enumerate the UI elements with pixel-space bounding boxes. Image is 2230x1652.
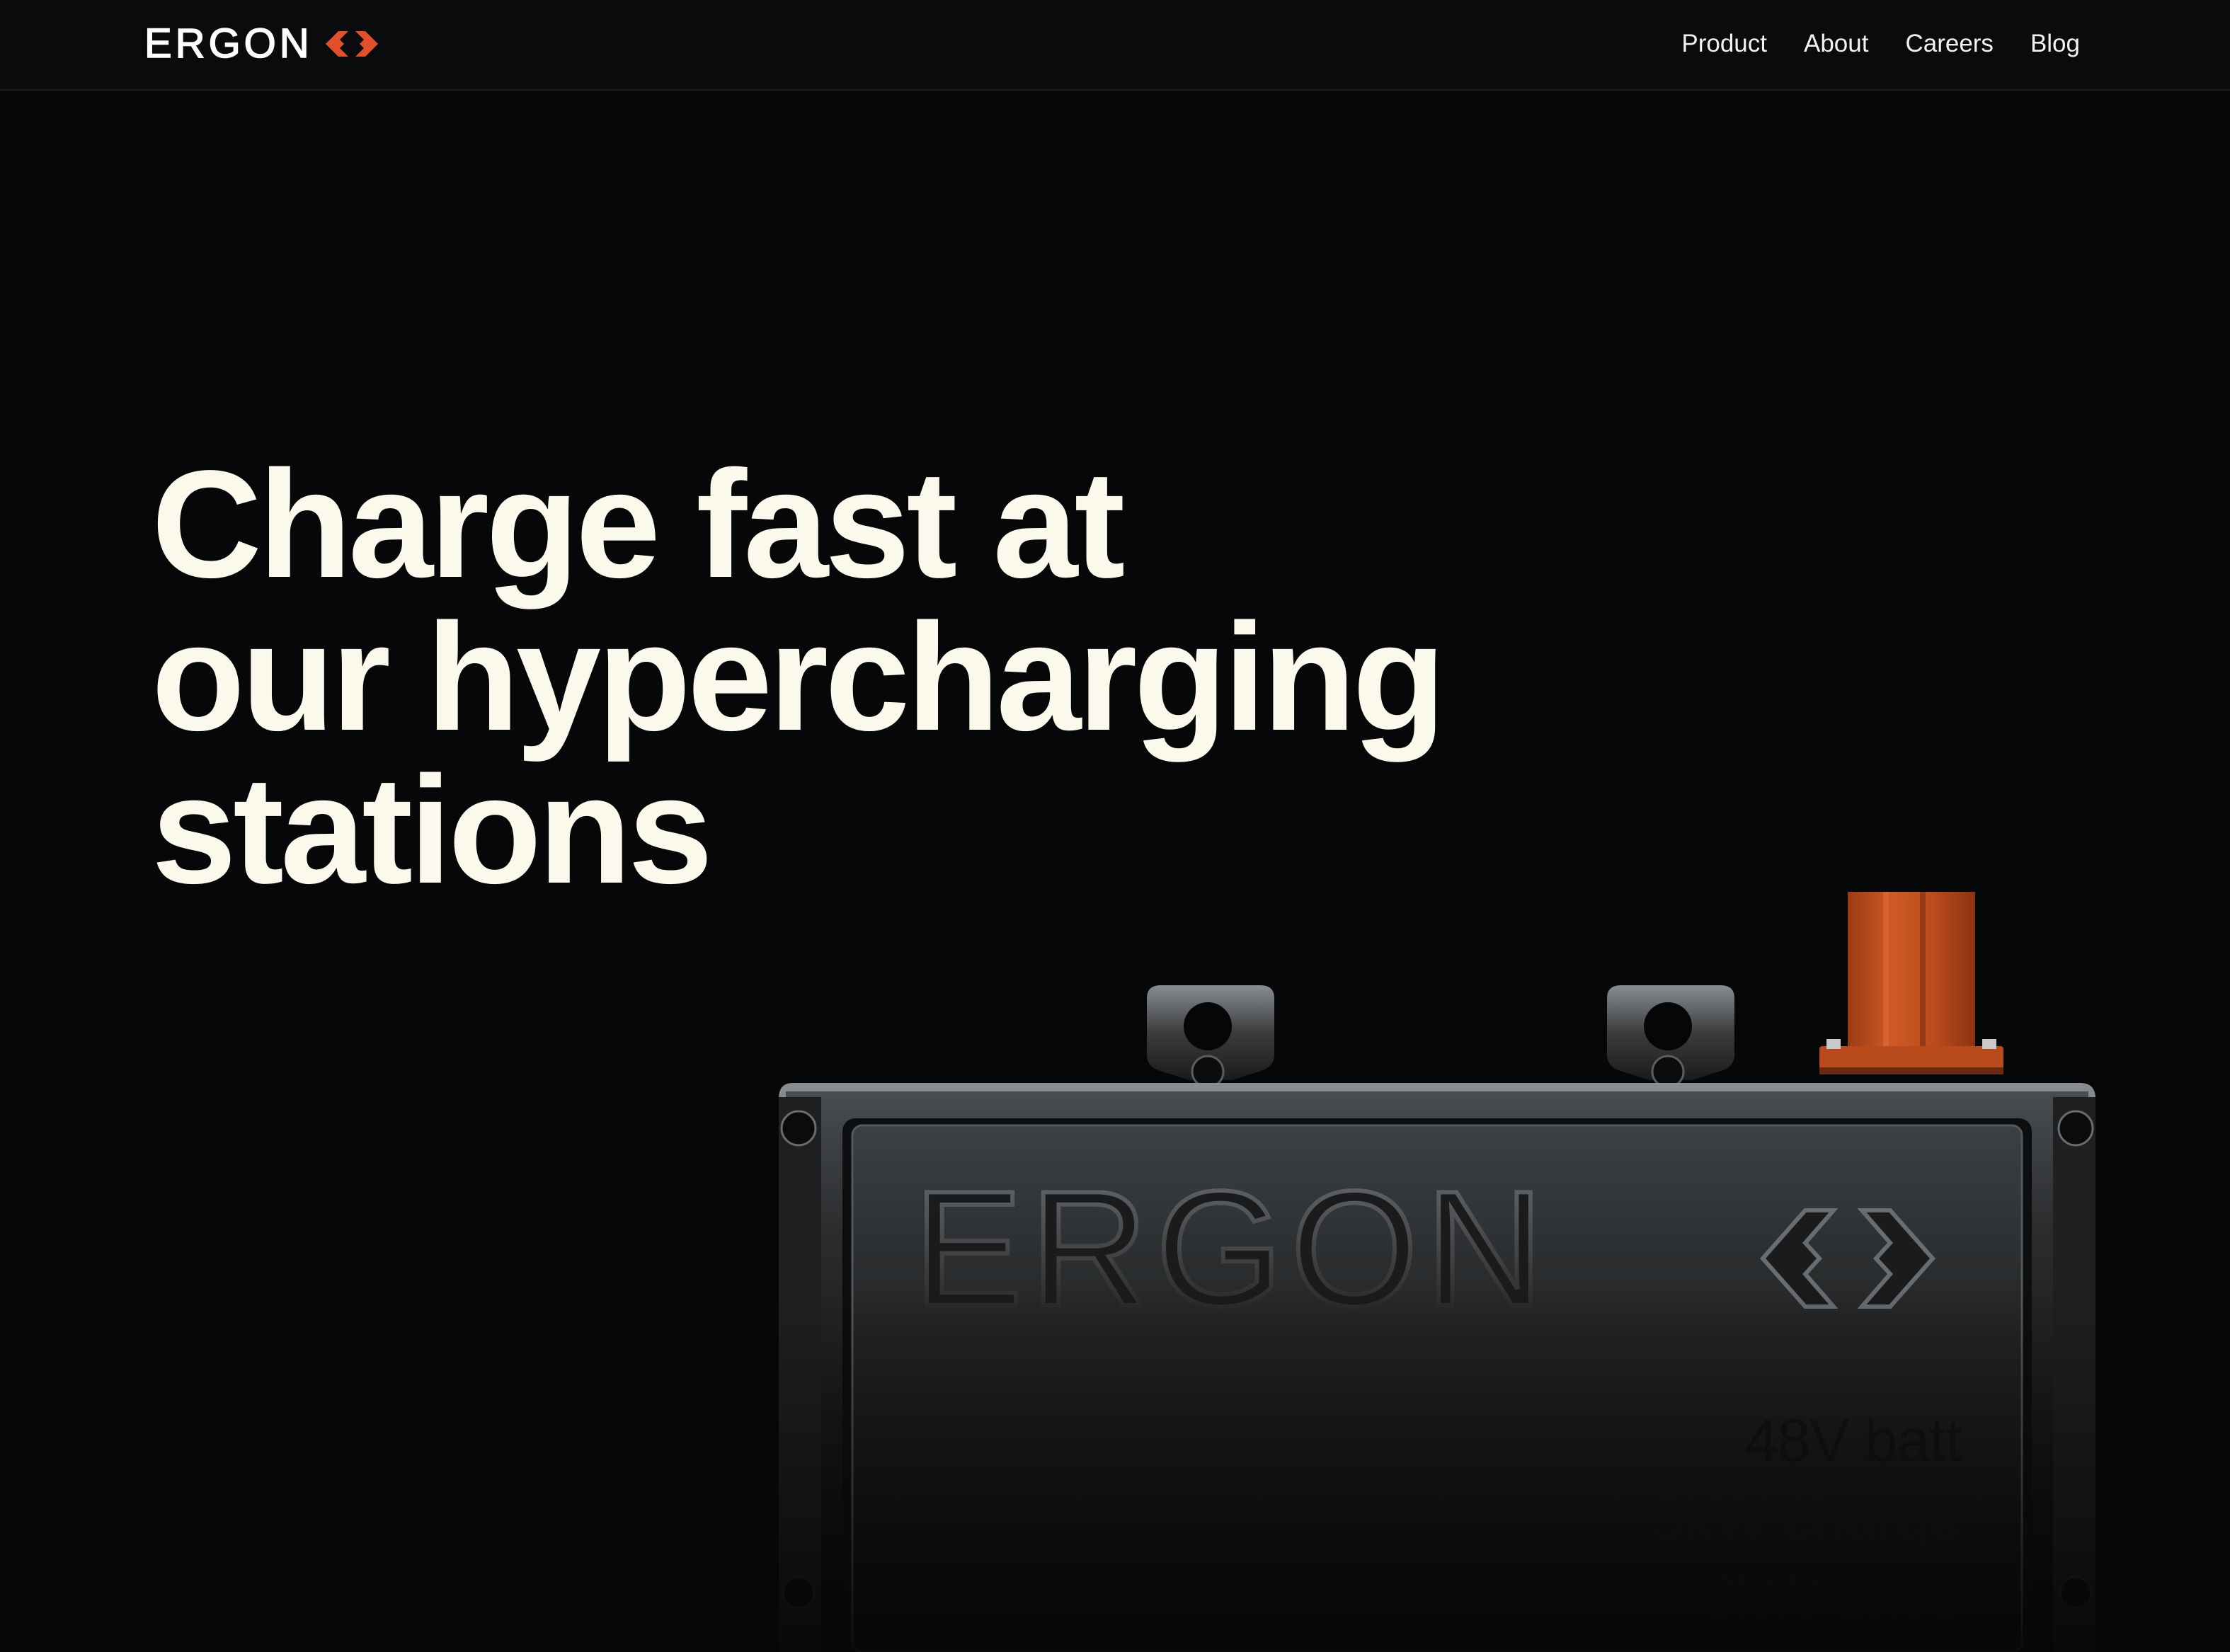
spec-battery-voltage: 48V batt — [1745, 1407, 1962, 1474]
battery-spec-list: 48V batt 3kW charge 8kW drive — [1650, 1401, 1962, 1635]
orange-power-connector — [1819, 892, 2003, 1074]
hero-headline-line-1: Charge fast at — [151, 438, 1125, 609]
nav-link-blog[interactable]: Blog — [2030, 24, 2080, 64]
spec-charge-power: 3kW charge — [1650, 1485, 1962, 1551]
hero-headline-line-2: our hypercharging — [151, 591, 1446, 762]
top-navigation-bar: ERGON Product About Careers Blog — [0, 0, 2230, 91]
svg-text:ERGON: ERGON — [913, 1157, 1551, 1341]
nav-link-product[interactable]: Product — [1681, 24, 1767, 64]
main-nav: Product About Careers Blog — [1681, 24, 2080, 64]
battery-pack-image: ERGON 48V batt 3kW charge 8kW drive — [779, 892, 2095, 1652]
nav-link-about[interactable]: About — [1804, 24, 1868, 64]
logo-wordmark: ERGON — [144, 21, 313, 67]
mount-tab-right — [1607, 985, 1734, 1089]
nav-link-careers[interactable]: Careers — [1905, 24, 1993, 64]
hero-headline: Charge fast at our hypercharging station… — [151, 438, 1446, 915]
mount-tab-left — [1147, 985, 1274, 1089]
ergon-arrows-icon — [325, 31, 378, 57]
hero-headline-line-3: stations — [151, 744, 713, 915]
ergon-logo[interactable]: ERGON — [144, 21, 381, 67]
spec-drive-power: 8kW drive — [1703, 1563, 1962, 1629]
